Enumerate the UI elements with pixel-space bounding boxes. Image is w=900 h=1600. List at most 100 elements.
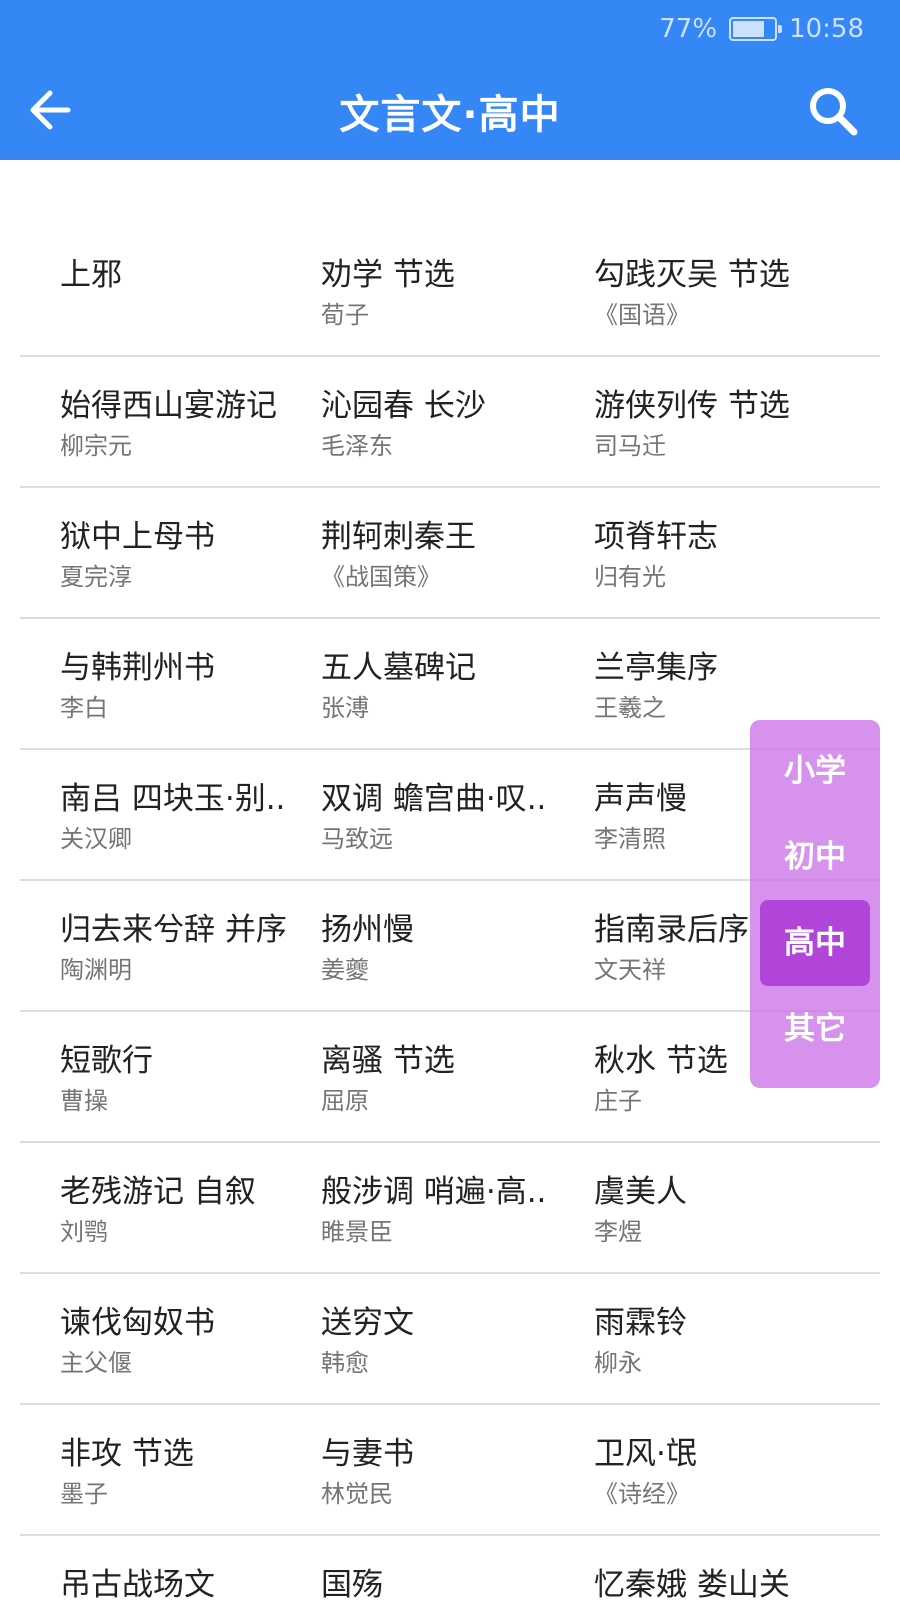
work-title: 谏伐匈奴书: [60, 1305, 215, 1341]
work-author: 庄子: [594, 1087, 642, 1115]
list-item[interactable]: 老残游记 自叙 刘鹗: [20, 1143, 287, 1272]
battery-icon: [729, 17, 783, 41]
list-row: 狱中上母书 夏完淳 荆轲刺秦王 《战国策》 项脊轩志 归有光: [20, 488, 880, 619]
work-title: 项脊轩志: [594, 519, 718, 555]
work-author: 司马迁: [594, 432, 666, 460]
list-row: 谏伐匈奴书 主父偃 送穷文 韩愈 雨霖铃 柳永: [20, 1274, 880, 1405]
work-title: 五人墓碑记: [321, 650, 476, 686]
status-bar: 77% 10:58: [0, 0, 900, 60]
work-author: 夏完淳: [60, 563, 132, 591]
list-item[interactable]: 上邪: [20, 226, 287, 355]
list-item[interactable]: 卫风·氓 《诗经》: [554, 1405, 821, 1534]
work-title: 狱中上母书: [60, 519, 215, 555]
work-author: 荀子: [321, 301, 369, 329]
app-bar: 文言文·高中: [0, 60, 900, 160]
work-title: 扬州慢: [321, 912, 414, 948]
search-icon: [810, 88, 858, 136]
work-title: 上邪: [60, 257, 122, 293]
list-item[interactable]: 双调 蟾宫曲·叹.. 马致远: [287, 750, 554, 879]
work-title: 卫风·氓: [594, 1436, 697, 1472]
list-item[interactable]: 归去来兮辞 并序陶渊明: [20, 881, 287, 1010]
level-option[interactable]: 其它: [760, 986, 870, 1072]
list-row: 非攻 节选 墨子 与妻书 林觉民 卫风·氓 《诗经》: [20, 1405, 880, 1536]
level-option[interactable]: 高中: [760, 900, 870, 986]
work-title: 虞美人: [594, 1174, 687, 1210]
list-item[interactable]: 扬州慢 姜夔: [287, 881, 554, 1010]
work-title: 劝学 节选: [321, 257, 455, 293]
work-author: 《战国策》: [321, 563, 441, 591]
clock: 10:58: [789, 14, 864, 44]
work-title: 归去来兮辞 并序: [60, 912, 287, 948]
work-author: 睢景臣: [321, 1218, 393, 1246]
work-author: 墨子: [60, 1480, 108, 1508]
level-switcher: 小学 初中 高中 其它: [750, 720, 880, 1088]
work-author: 柳永: [594, 1349, 642, 1377]
level-option[interactable]: 初中: [760, 814, 870, 900]
work-author: 李煜: [594, 1218, 642, 1246]
work-author: 柳宗元: [60, 432, 132, 460]
work-author: 屈原: [321, 1087, 369, 1115]
list-item[interactable]: 游侠列传 节选司马迁: [554, 357, 821, 486]
list-item[interactable]: 狱中上母书 夏完淳: [20, 488, 287, 617]
work-title: 非攻 节选: [60, 1436, 194, 1472]
list-item[interactable]: 非攻 节选 墨子: [20, 1405, 287, 1534]
work-title: 南吕 四块玉·别..: [60, 781, 286, 817]
work-title: 送穷文: [321, 1305, 414, 1341]
page-title: 文言文·高中: [339, 92, 561, 138]
work-author: 毛泽东: [321, 432, 393, 460]
battery-percent: 77%: [659, 14, 718, 44]
list-item[interactable]: 勾践灭吴 节选 《国语》: [554, 226, 821, 355]
work-title: 与妻书: [321, 1436, 414, 1472]
work-author: 曹操: [60, 1087, 108, 1115]
work-author: 归有光: [594, 563, 666, 591]
work-author: 林觉民: [321, 1480, 393, 1508]
work-title: 游侠列传 节选: [594, 388, 790, 424]
list-item[interactable]: 沁园春 长沙 毛泽东: [287, 357, 554, 486]
list-item[interactable]: 始得西山宴游记柳宗元: [20, 357, 287, 486]
list-item[interactable]: 送穷文 韩愈: [287, 1274, 554, 1403]
work-author: 王羲之: [594, 694, 666, 722]
work-title: 老残游记 自叙: [60, 1174, 256, 1210]
list-item[interactable]: 离骚 节选 屈原: [287, 1012, 554, 1141]
work-author: 刘鹗: [60, 1218, 108, 1246]
work-author: 关汉卿: [60, 825, 132, 853]
list-row: 老残游记 自叙 刘鹗 般涉调 哨遍·高.. 睢景臣 虞美人 李煜: [20, 1143, 880, 1274]
list-item[interactable]: 吊古战场文: [20, 1536, 287, 1600]
list-item[interactable]: 项脊轩志 归有光: [554, 488, 821, 617]
work-title: 离骚 节选: [321, 1043, 455, 1079]
list-item[interactable]: 南吕 四块玉·别.. 关汉卿: [20, 750, 287, 879]
work-title: 兰亭集序: [594, 650, 718, 686]
list-row: 上邪 劝学 节选 荀子 勾践灭吴 节选 《国语》: [20, 226, 880, 357]
search-button[interactable]: [804, 82, 862, 140]
work-title: 勾践灭吴 节选: [594, 257, 790, 293]
work-title: 般涉调 哨遍·高..: [321, 1174, 547, 1210]
list-item[interactable]: 谏伐匈奴书 主父偃: [20, 1274, 287, 1403]
work-author: 张溥: [321, 694, 369, 722]
work-author: 李白: [60, 694, 108, 722]
work-title: 雨霖铃: [594, 1305, 687, 1341]
work-title: 荆轲刺秦王: [321, 519, 476, 555]
list-item[interactable]: 般涉调 哨遍·高.. 睢景臣: [287, 1143, 554, 1272]
list-item[interactable]: 五人墓碑记 张溥: [287, 619, 554, 748]
list-item[interactable]: 短歌行 曹操: [20, 1012, 287, 1141]
work-author: 陶渊明: [60, 956, 132, 984]
work-title: 沁园春 长沙: [321, 388, 486, 424]
work-title: 吊古战场文: [60, 1567, 215, 1600]
list-item[interactable]: 荆轲刺秦王《战国策》: [287, 488, 554, 617]
list-item[interactable]: 与韩荆州书 李白: [20, 619, 287, 748]
work-author: 马致远: [321, 825, 393, 853]
level-option[interactable]: 小学: [760, 728, 870, 814]
list-item[interactable]: 劝学 节选 荀子: [287, 226, 554, 355]
list-item[interactable]: 国殇: [287, 1536, 554, 1600]
list-item[interactable]: 与妻书 林觉民: [287, 1405, 554, 1534]
work-title: 双调 蟾宫曲·叹..: [321, 781, 547, 817]
work-title: 国殇: [321, 1567, 383, 1600]
work-title: 短歌行: [60, 1043, 153, 1079]
list-row: 始得西山宴游记 柳宗元 沁园春 长沙 毛泽东 游侠列传 节选 司马迁: [20, 357, 880, 488]
list-item[interactable]: 忆秦娥 娄山关: [554, 1536, 821, 1600]
list-item[interactable]: 虞美人 李煜: [554, 1143, 821, 1272]
work-author: [60, 300, 287, 330]
work-author: 韩愈: [321, 1349, 369, 1377]
work-title: 始得西山宴游记: [60, 388, 277, 424]
list-item[interactable]: 雨霖铃 柳永: [554, 1274, 821, 1403]
